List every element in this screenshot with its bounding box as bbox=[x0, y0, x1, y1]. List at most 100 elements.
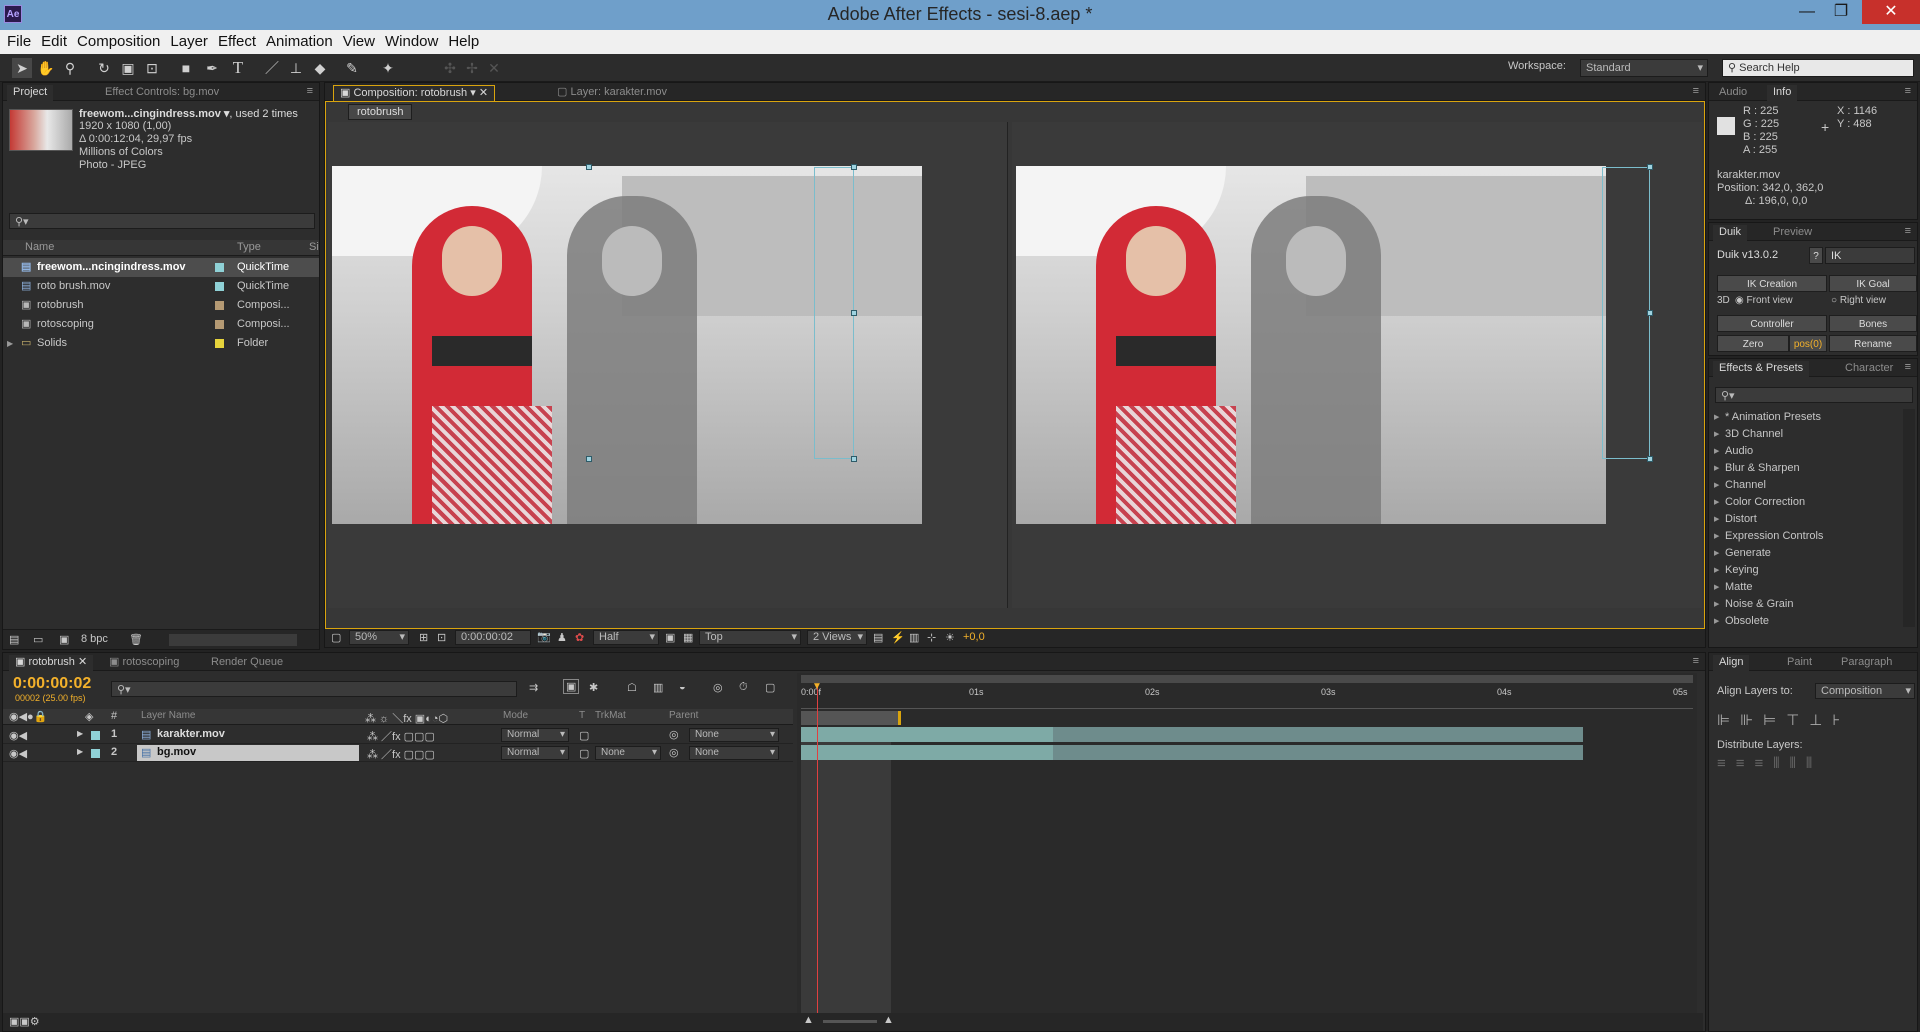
exposure-icon[interactable]: ☀ bbox=[945, 631, 955, 644]
puppet-pin-tool-icon[interactable]: ✦ bbox=[378, 58, 398, 78]
list-item[interactable]: ▣ rotoscoping Composi... bbox=[3, 315, 319, 334]
panel-menu-icon[interactable]: ≡ bbox=[307, 85, 313, 97]
close-button[interactable]: ✕ bbox=[1862, 0, 1920, 24]
list-item[interactable]: Channel bbox=[1711, 477, 1901, 494]
flowchart-icon[interactable]: ⊹ bbox=[927, 631, 936, 644]
distribute-buttons[interactable]: ≡≡≡⫴⫴⫴ bbox=[1717, 755, 1822, 772]
menu-layer[interactable]: Layer bbox=[163, 30, 208, 50]
effects-scrollbar[interactable] bbox=[1903, 409, 1915, 627]
project-scrollbar[interactable] bbox=[169, 634, 297, 646]
track-matte-dropdown[interactable]: None ▾ bbox=[595, 746, 661, 760]
expand-arrow-icon[interactable]: ▶ bbox=[77, 729, 83, 738]
layer-label-color[interactable] bbox=[91, 731, 100, 740]
tab-render-queue[interactable]: Render Queue bbox=[205, 655, 289, 671]
clone-stamp-tool-icon[interactable]: ⊥ bbox=[286, 58, 306, 78]
col-t[interactable]: T bbox=[579, 710, 585, 721]
draft-3d-icon[interactable]: ✱ bbox=[589, 681, 598, 694]
rectangle-tool-icon[interactable]: ■ bbox=[176, 58, 196, 78]
current-time-field[interactable]: 0:00:00:02 bbox=[455, 630, 531, 645]
align-buttons[interactable]: ⊫⊪⊨⊤⊥⊦ bbox=[1717, 711, 1850, 729]
table-row[interactable]: ◉◀ ▶ 1 ▤ karakter.mov ⁂ ／fx ▢▢▢ Normal ▾ … bbox=[3, 727, 793, 744]
pickwhip-icon[interactable]: ◎ bbox=[669, 728, 679, 741]
current-time-indicator[interactable] bbox=[817, 687, 818, 1013]
rename-button[interactable]: Rename bbox=[1829, 335, 1917, 352]
col-parent[interactable]: Parent bbox=[669, 710, 698, 721]
list-item[interactable]: Keying bbox=[1711, 562, 1901, 579]
list-item[interactable]: * Animation Presets bbox=[1711, 409, 1901, 426]
menu-effect[interactable]: Effect bbox=[211, 30, 256, 50]
duik-help-button[interactable]: ? bbox=[1809, 247, 1823, 264]
hand-tool-icon[interactable]: ✋ bbox=[36, 58, 56, 78]
layer-handle[interactable] bbox=[851, 164, 857, 170]
graph-editor-icon[interactable]: ⏱ bbox=[739, 681, 748, 694]
list-item[interactable]: Generate bbox=[1711, 545, 1901, 562]
parent-dropdown[interactable]: None ▾ bbox=[689, 728, 779, 742]
tab-align[interactable]: Align bbox=[1713, 655, 1750, 671]
roto-brush-tool-icon[interactable]: ✎ bbox=[342, 58, 362, 78]
layer-handle[interactable] bbox=[1647, 456, 1653, 462]
col-mode[interactable]: Mode bbox=[503, 710, 528, 721]
exposure-value[interactable]: +0,0 bbox=[963, 631, 985, 643]
expand-arrow-icon[interactable]: ▶ bbox=[77, 747, 83, 756]
layer-handle[interactable] bbox=[1647, 164, 1653, 170]
interpret-footage-icon[interactable]: ▤ bbox=[9, 633, 19, 646]
menu-view[interactable]: View bbox=[336, 30, 375, 50]
comp-flowchart-button[interactable]: rotobrush bbox=[348, 104, 413, 120]
panel-menu-icon[interactable]: ≡ bbox=[1693, 85, 1699, 97]
timeline-search-input[interactable]: ⚲▾ bbox=[111, 681, 517, 697]
col-size[interactable]: Si bbox=[309, 241, 319, 253]
layer-handle[interactable] bbox=[851, 456, 857, 462]
col-trkmat[interactable]: TrkMat bbox=[595, 710, 626, 721]
controller-button[interactable]: Controller bbox=[1717, 315, 1827, 332]
layer-visibility-icon[interactable]: ◉◀ bbox=[9, 729, 27, 742]
rotate-tool-icon[interactable]: ↻ bbox=[94, 58, 114, 78]
ik-goal-button[interactable]: IK Goal bbox=[1829, 275, 1917, 292]
menu-composition[interactable]: Composition bbox=[70, 30, 160, 50]
timeline-current-time[interactable]: 0:00:00:02 bbox=[13, 675, 91, 693]
minimize-button[interactable]: — bbox=[1790, 0, 1824, 24]
search-help-field[interactable]: ⚲ Search Help bbox=[1722, 59, 1914, 77]
effects-search-input[interactable]: ⚲▾ bbox=[1715, 387, 1913, 403]
toggle-pixel-aspect-icon[interactable]: ▤ bbox=[873, 631, 883, 644]
tab-duik[interactable]: Duik bbox=[1713, 225, 1748, 241]
type-tool-icon[interactable]: T bbox=[228, 58, 248, 78]
tab-preview[interactable]: Preview bbox=[1767, 225, 1818, 241]
workspace-dropdown[interactable]: Standard ▾ bbox=[1580, 59, 1708, 77]
time-ruler[interactable]: 0:00f 01s 02s 03s 04s 05s bbox=[801, 685, 1693, 709]
work-area-bar[interactable] bbox=[801, 711, 901, 725]
list-item[interactable]: 3D Channel bbox=[1711, 426, 1901, 443]
menu-file[interactable]: File bbox=[0, 30, 31, 50]
axis-mode-icon[interactable]: ✣ bbox=[440, 58, 460, 78]
menu-animation[interactable]: Animation bbox=[259, 30, 333, 50]
switches-icon[interactable]: ⁂ ／fx ▢▢▢ bbox=[367, 746, 435, 762]
resolution-dropdown[interactable]: Half ▾ bbox=[593, 630, 659, 645]
panel-menu-icon[interactable]: ≡ bbox=[1905, 85, 1911, 97]
new-composition-icon[interactable]: ▣ bbox=[59, 633, 69, 646]
list-item[interactable]: ▤ freewom...ncingindress.mov QuickTime bbox=[3, 258, 319, 277]
menu-help[interactable]: Help bbox=[441, 30, 479, 50]
layer-visibility-icon[interactable]: ◉◀ bbox=[9, 747, 27, 760]
auto-keyframe-icon[interactable]: ▢ bbox=[765, 681, 775, 694]
menu-window[interactable]: Window bbox=[378, 30, 438, 50]
pos-zero-button[interactable]: pos(0) bbox=[1789, 335, 1827, 352]
selection-tool-icon[interactable]: ➤ bbox=[12, 58, 32, 78]
col-layer-name[interactable]: Layer Name bbox=[141, 710, 195, 721]
bones-button[interactable]: Bones bbox=[1829, 315, 1917, 332]
hide-shy-layers-icon[interactable]: ☖ bbox=[627, 681, 637, 694]
list-item[interactable]: Color Correction bbox=[1711, 494, 1901, 511]
tab-effects-presets[interactable]: Effects & Presets bbox=[1713, 361, 1810, 377]
panel-menu-icon[interactable]: ≡ bbox=[1693, 655, 1699, 667]
show-snapshot-icon[interactable]: ♟ bbox=[557, 631, 567, 644]
front-view-radio[interactable]: ◉ Front view bbox=[1735, 295, 1793, 306]
pickwhip-icon[interactable]: ◎ bbox=[669, 746, 679, 759]
world-axis-icon[interactable]: ✢ bbox=[462, 58, 482, 78]
composition-mini-flowchart-icon[interactable]: ⇉ bbox=[529, 681, 538, 694]
camera-tool-icon[interactable]: ▣ bbox=[118, 58, 138, 78]
brush-tool-icon[interactable]: ／ bbox=[262, 58, 282, 78]
zoom-in-icon[interactable]: ▲ bbox=[883, 1014, 894, 1026]
right-view-radio[interactable]: ○ Right view bbox=[1831, 295, 1886, 306]
brainstorm-icon[interactable]: ◎ bbox=[713, 681, 723, 694]
layer-label-color[interactable] bbox=[91, 749, 100, 758]
frame-blending-icon[interactable]: ▥ bbox=[653, 681, 663, 694]
transparency-grid-icon[interactable]: ▦ bbox=[683, 631, 693, 644]
